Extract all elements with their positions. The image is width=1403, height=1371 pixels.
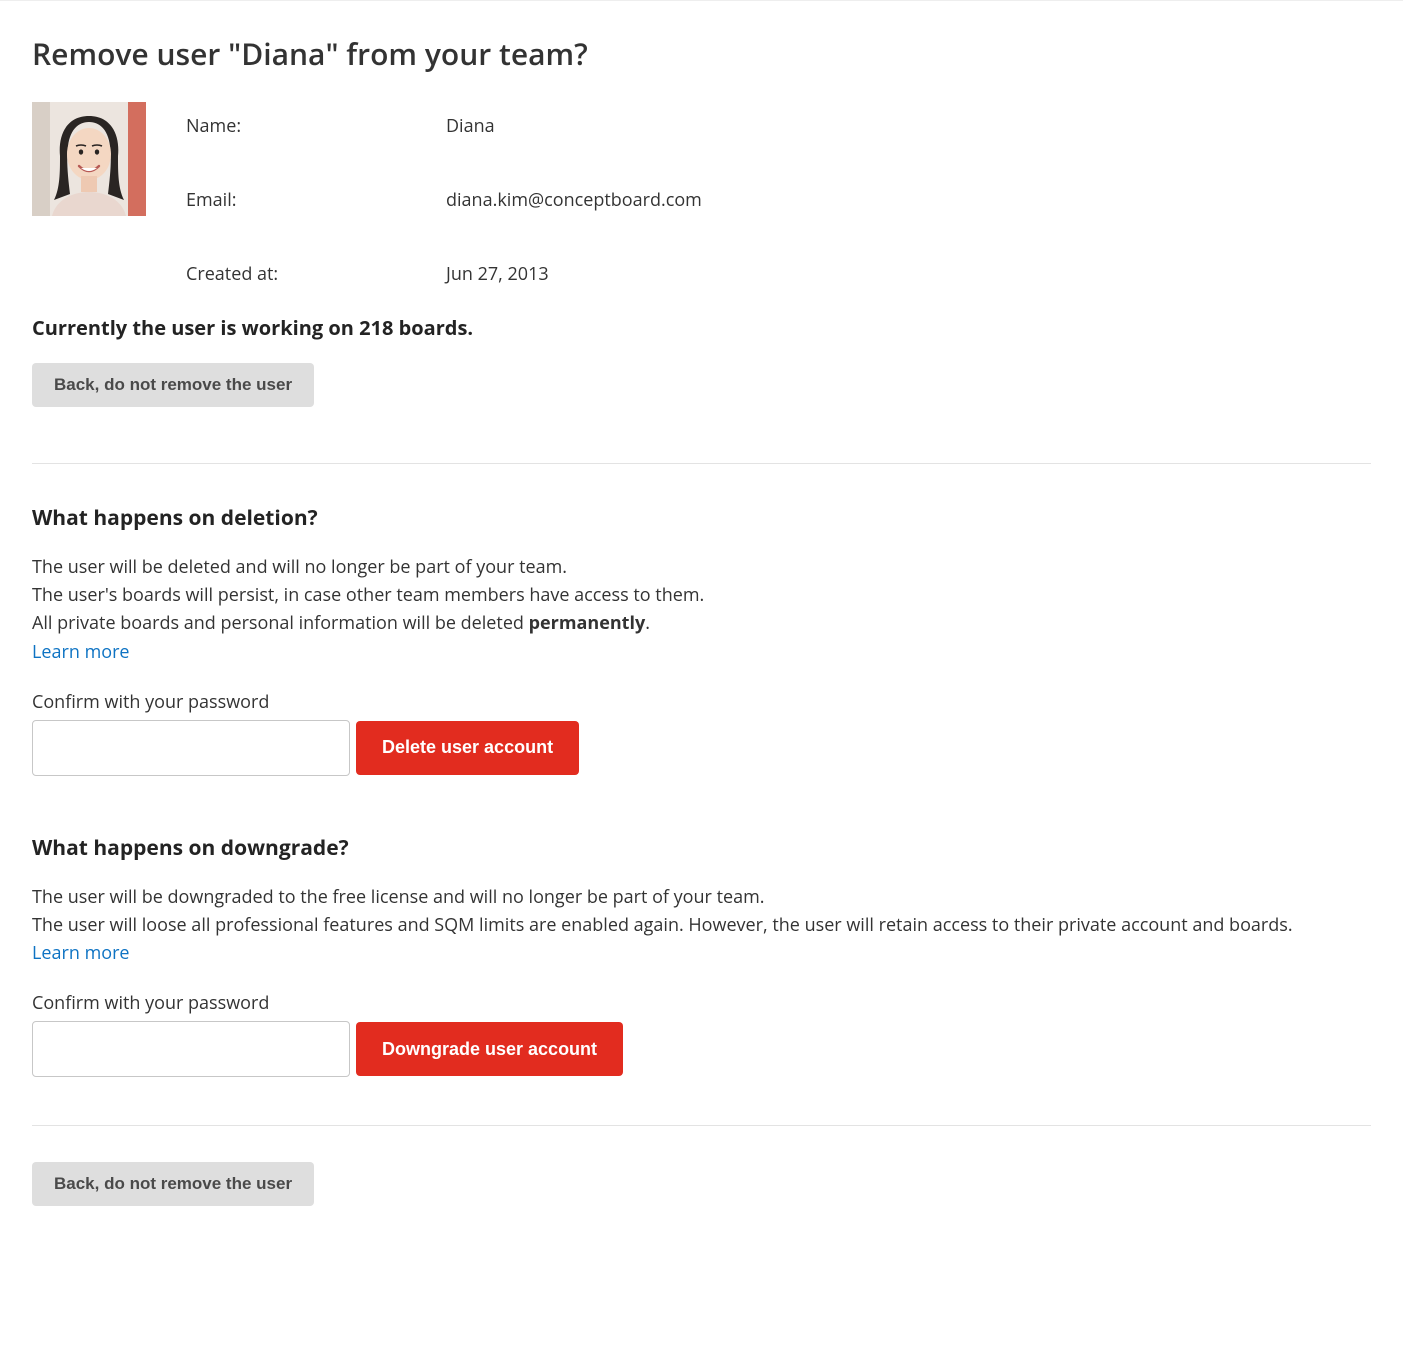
downgrade-password-input[interactable] [32, 1021, 350, 1077]
deletion-line3-pre: All private boards and personal informat… [32, 611, 529, 635]
downgrade-line2: The user will loose all professional fea… [32, 913, 1293, 937]
downgrade-user-button[interactable]: Downgrade user account [356, 1022, 623, 1076]
email-value: diana.kim@conceptboard.com [446, 188, 702, 212]
name-label: Name: [186, 114, 446, 138]
boards-count-line: Currently the user is working on 218 boa… [32, 314, 1371, 341]
created-at-label: Created at: [186, 262, 446, 286]
downgrade-confirm-label: Confirm with your password [32, 991, 1371, 1015]
deletion-confirm-label: Confirm with your password [32, 690, 1371, 714]
page-title: Remove user "Diana" from your team? [32, 33, 1371, 74]
name-value: Diana [446, 114, 495, 138]
deletion-heading: What happens on deletion? [32, 504, 1371, 532]
downgrade-heading: What happens on downgrade? [32, 834, 1371, 862]
deletion-line1: The user will be deleted and will no lon… [32, 555, 567, 579]
back-button-bottom[interactable]: Back, do not remove the user [32, 1162, 314, 1206]
downgrade-line1: The user will be downgraded to the free … [32, 885, 765, 909]
downgrade-learn-more-link[interactable]: Learn more [32, 941, 130, 965]
deletion-line3-strong: permanently [529, 611, 646, 635]
created-at-value: Jun 27, 2013 [446, 262, 549, 286]
delete-user-button[interactable]: Delete user account [356, 721, 579, 775]
divider [32, 1125, 1371, 1126]
divider [32, 463, 1371, 464]
deletion-line3-post: . [645, 611, 650, 635]
avatar [32, 102, 146, 216]
deletion-learn-more-link[interactable]: Learn more [32, 640, 130, 664]
downgrade-section: What happens on downgrade? The user will… [32, 834, 1371, 1078]
user-info-block: Name: Diana Email: diana.kim@conceptboar… [32, 102, 1371, 286]
deletion-section: What happens on deletion? The user will … [32, 504, 1371, 776]
deletion-line2: The user's boards will persist, in case … [32, 583, 704, 607]
deletion-password-input[interactable] [32, 720, 350, 776]
back-button-top[interactable]: Back, do not remove the user [32, 363, 314, 407]
email-label: Email: [186, 188, 446, 212]
